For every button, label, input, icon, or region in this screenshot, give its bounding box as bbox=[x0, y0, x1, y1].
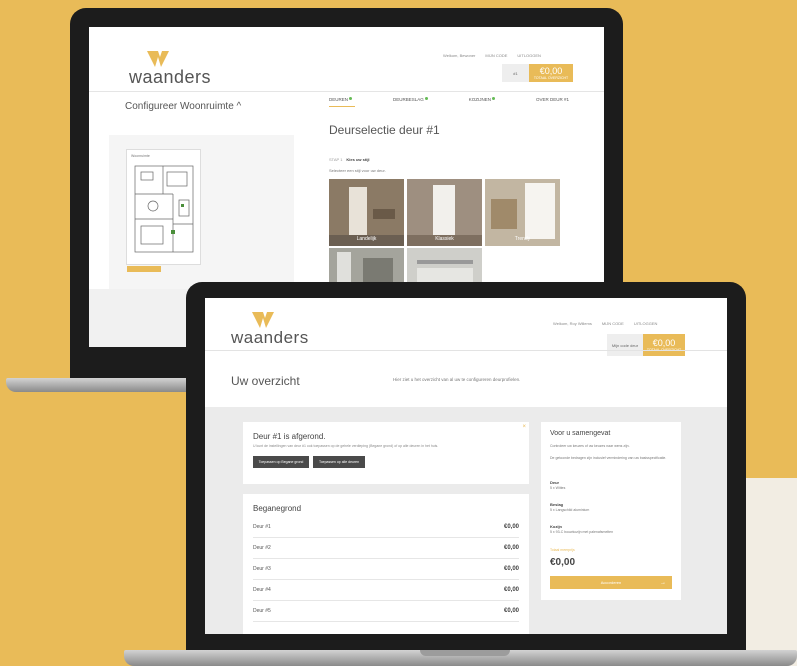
apply-all-doors-button[interactable]: Toepassen op alle deuren bbox=[313, 456, 365, 468]
logo-icon bbox=[252, 312, 274, 328]
tab-bar: DEUREN DEURBESLAG KOZIJNEN OVER DEUR #1 bbox=[329, 97, 569, 102]
arrow-right-icon: → bbox=[660, 579, 666, 586]
configure-toggle[interactable]: Configureer Woonruimte ^ bbox=[125, 101, 241, 112]
my-code-link[interactable]: MIJN CODE bbox=[485, 53, 507, 58]
close-icon[interactable]: × bbox=[522, 424, 526, 430]
floorplan-image bbox=[134, 165, 194, 253]
list-item[interactable]: Deur #4 €0,00 bbox=[253, 580, 519, 601]
summary-value: 5 x 93-C bouwkozijn met palenafsmelten bbox=[550, 530, 614, 534]
door-option-landelijk[interactable]: Landelijk bbox=[329, 179, 404, 246]
summary-heading: Kozijn bbox=[550, 524, 562, 529]
logo-icon bbox=[147, 51, 169, 67]
step-subtitle: Selecteer een stijl voor uw deur. bbox=[329, 168, 386, 173]
door-indicator: #1 bbox=[502, 64, 529, 82]
door-label: Klassiek bbox=[435, 236, 454, 242]
door-label: Landelijk bbox=[356, 236, 377, 242]
card-text: U kunt de instellingen van deur #1 ook t… bbox=[253, 444, 439, 448]
summary-title: Voor u samengevat bbox=[550, 430, 611, 437]
list-item[interactable]: Deur #3 €0,00 bbox=[253, 559, 519, 580]
door-option-trendy[interactable]: Trendy bbox=[485, 179, 560, 246]
summary-text: De getoonde bedragen zijn inclusief verm… bbox=[550, 456, 667, 460]
step-label: STAP 1 bbox=[329, 157, 343, 162]
welcome-link[interactable]: Welkom, Bewoner bbox=[443, 53, 475, 58]
my-code-box[interactable]: Mijn code deur bbox=[607, 334, 643, 356]
door-label: Trendy bbox=[514, 236, 531, 242]
tab-about[interactable]: OVER DEUR #1 bbox=[536, 97, 569, 102]
apply-ground-floor-button[interactable]: Toepassen op Begane grond bbox=[253, 456, 309, 468]
page-note: Hier ziet u het overzicht van al uw te c… bbox=[393, 377, 521, 382]
top-nav: Welkom, Roy Willems MIJN CODE UITLOGGEN bbox=[553, 321, 657, 326]
logo-text: waanders bbox=[231, 328, 309, 347]
section-title: Beganegrond bbox=[253, 504, 302, 513]
active-tab-indicator bbox=[329, 106, 355, 107]
price-box[interactable]: €0,00 TOTAAL OVERZICHT bbox=[529, 64, 573, 82]
ground-floor-card: Beganegrond Deur #1 €0,00 Deur #2 €0,00 De… bbox=[243, 494, 529, 634]
summary-heading: Beslag bbox=[550, 502, 564, 507]
header-divider bbox=[205, 350, 727, 351]
floorplan-card[interactable]: Woonruimte bbox=[126, 149, 201, 272]
floorplan-title: Woonruimte bbox=[131, 154, 150, 158]
summary-value: 5 x Langschild aluminium bbox=[550, 508, 590, 512]
door-complete-card: × Deur #1 is afgerond. U kunt de instell… bbox=[243, 422, 529, 484]
summary-heading: Deur bbox=[550, 480, 560, 485]
summary-text: Controleer uw keuzes of uw keuzes naar w… bbox=[550, 444, 630, 448]
my-code-link[interactable]: MIJN CODE bbox=[602, 321, 624, 326]
logout-link[interactable]: UITLOGGEN bbox=[517, 53, 541, 58]
list-item[interactable]: Deur #2 €0,00 bbox=[253, 538, 519, 559]
front-laptop: waanders Welkom, Roy Willems MIJN CODE U… bbox=[186, 282, 746, 660]
front-screen: waanders Welkom, Roy Willems MIJN CODE U… bbox=[205, 298, 727, 634]
front-laptop-notch bbox=[420, 650, 510, 656]
door-option-klassiek[interactable]: Klassiek bbox=[407, 179, 482, 246]
list-item[interactable]: Deur #1 €0,00 bbox=[253, 517, 519, 538]
tab-frames[interactable]: KOZIJNEN bbox=[469, 97, 495, 102]
list-item[interactable]: Deur #5 €0,00 bbox=[253, 601, 519, 622]
total-price: €0,00 bbox=[550, 557, 576, 568]
accept-button[interactable]: Accorderen → bbox=[550, 576, 672, 589]
page-title: Deurselectie deur #1 bbox=[329, 123, 440, 137]
logo-text: waanders bbox=[129, 67, 212, 87]
accept-label: Accorderen bbox=[600, 580, 622, 585]
floorplan-tag bbox=[127, 266, 161, 272]
step-row: STAP 1 Kies uw stijl bbox=[329, 157, 370, 162]
total-label: Totaal meerprijs bbox=[550, 548, 575, 552]
price-box[interactable]: €0,00 TOTAAL OVERZICHT bbox=[643, 334, 685, 356]
summary-value: 5 x Wittes bbox=[550, 486, 566, 490]
tab-doors[interactable]: DEUREN bbox=[329, 97, 353, 102]
step-name: Kies uw stijl bbox=[346, 157, 370, 162]
top-nav: Welkom, Bewoner MIJN CODE UITLOGGEN bbox=[443, 53, 541, 58]
summary-card: Voor u samengevat Controleer uw keuzes o… bbox=[541, 422, 681, 600]
page-title: Uw overzicht bbox=[231, 374, 300, 388]
tab-hardware[interactable]: DEURBESLAG bbox=[393, 97, 428, 102]
welcome-link[interactable]: Welkom, Roy Willems bbox=[553, 321, 592, 326]
header-divider bbox=[89, 91, 604, 92]
card-title: Deur #1 is afgerond. bbox=[253, 432, 326, 441]
logout-link[interactable]: UITLOGGEN bbox=[634, 321, 658, 326]
